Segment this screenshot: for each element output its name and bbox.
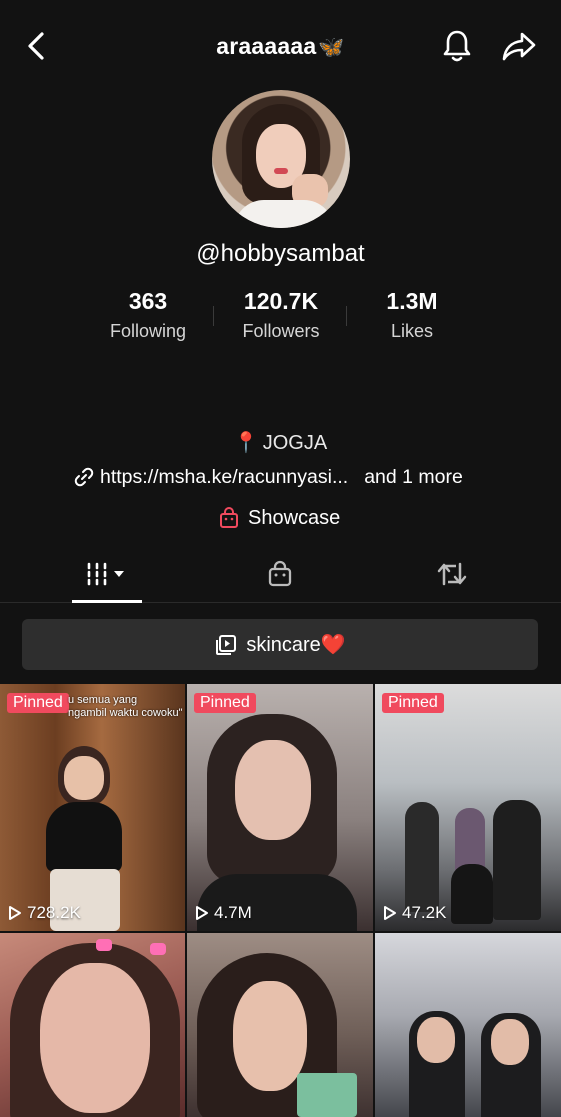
video-thumbnail-person (233, 981, 307, 1091)
view-count-value: 728.2K (27, 903, 81, 922)
avatar-shirt (234, 200, 334, 228)
share-button[interactable] (499, 27, 539, 65)
stat-followers[interactable]: 120.7K Followers (215, 288, 347, 342)
video-thumbnail-person (417, 1017, 455, 1063)
tab-active-indicator (72, 600, 142, 603)
view-count: 47.2K (383, 903, 446, 923)
video-caption-line: u semua yang (68, 694, 138, 706)
content-tabs (0, 545, 561, 603)
video-thumbnail-person (297, 1073, 357, 1117)
avatar-lips (274, 168, 288, 174)
bell-icon (443, 30, 471, 62)
profile-title: araaaaaa🦋 (0, 33, 561, 60)
play-outline-icon (196, 906, 208, 920)
notifications-button[interactable] (438, 27, 476, 65)
video-tile[interactable] (187, 933, 373, 1117)
video-thumbnail-person (150, 943, 166, 955)
video-tile[interactable] (375, 933, 561, 1117)
stat-likes-label: Likes (390, 321, 434, 341)
share-arrow-icon (502, 32, 536, 61)
stat-likes-value: 1.3M (386, 288, 438, 314)
video-thumbnail-person (235, 740, 311, 840)
stat-followers-label: Followers (242, 321, 320, 341)
showcase-label: Showcase (248, 506, 341, 529)
repost-icon (437, 562, 467, 586)
playlist-label: skincare❤️ (246, 634, 346, 656)
profile-stats: 363 Following 120.7K Followers 1.3M Like… (82, 288, 480, 348)
view-count: 4.7M (195, 903, 252, 923)
stat-likes[interactable]: 1.3M Likes (346, 288, 478, 342)
video-grid: Pinned u semua yang ngambil waktu cowoku"… (0, 684, 561, 1117)
pinned-badge: Pinned (7, 693, 69, 713)
play-outline-icon (9, 906, 21, 920)
view-count-value: 4.7M (214, 903, 252, 922)
play-outline-icon (384, 906, 396, 920)
videos-grid-icon (87, 562, 124, 586)
showcase-button[interactable]: Showcase (218, 504, 340, 532)
stat-followers-value: 120.7K (243, 288, 319, 314)
stat-divider (213, 306, 214, 326)
video-thumbnail-person (451, 864, 493, 924)
shop-bag-icon (220, 507, 238, 528)
video-caption: u semua yang ngambil waktu cowoku" (68, 694, 183, 720)
avatar[interactable] (212, 90, 350, 228)
video-thumbnail-person (96, 939, 112, 951)
bio-link-row: https://msha.ke/racunnyasi... and 1 more (74, 463, 463, 491)
video-thumbnail-person (405, 802, 439, 912)
video-caption-line: ngambil waktu cowoku" (68, 707, 183, 719)
pinned-badge: Pinned (382, 693, 444, 713)
view-count: 728.2K (8, 903, 81, 923)
video-tile[interactable]: Pinned u semua yang ngambil waktu cowoku"… (0, 684, 185, 931)
link-icon (74, 467, 94, 487)
video-tile[interactable]: Pinned 47.2K (375, 684, 561, 931)
stat-following-value: 363 (128, 288, 168, 314)
playlist-button[interactable]: skincare❤️ (22, 619, 538, 670)
stat-following-label: Following (109, 321, 187, 341)
bio-location: 📍 JOGJA (0, 430, 561, 455)
tab-videos[interactable] (72, 545, 142, 603)
butterfly-emoji: 🦋 (318, 36, 345, 59)
bio-link-more[interactable]: and 1 more (364, 466, 463, 489)
video-thumbnail-person (64, 756, 104, 800)
top-bar: araaaaaa🦋 (0, 0, 561, 92)
video-thumbnail-person (40, 963, 150, 1113)
tab-shop[interactable] (245, 545, 315, 603)
bio-link[interactable]: https://msha.ke/racunnyasi... (100, 466, 348, 489)
video-tile[interactable]: Pinned 4.7M (187, 684, 373, 931)
pinned-badge: Pinned (194, 693, 256, 713)
video-thumbnail-person (491, 1019, 529, 1065)
video-thumbnail-person (493, 800, 541, 920)
profile-handle: @hobbysambat (196, 240, 365, 267)
playlist-icon (216, 634, 237, 655)
stat-following[interactable]: 363 Following (82, 288, 214, 342)
pin-icon: 📍 (233, 432, 259, 454)
shop-bag-icon (268, 560, 292, 587)
video-tile[interactable] (0, 933, 185, 1117)
view-count-value: 47.2K (402, 903, 447, 922)
tab-reposts[interactable] (417, 545, 487, 603)
location-text: JOGJA (262, 432, 328, 454)
video-thumbnail-person (46, 802, 122, 872)
profile-username: araaaaaa (216, 33, 317, 59)
